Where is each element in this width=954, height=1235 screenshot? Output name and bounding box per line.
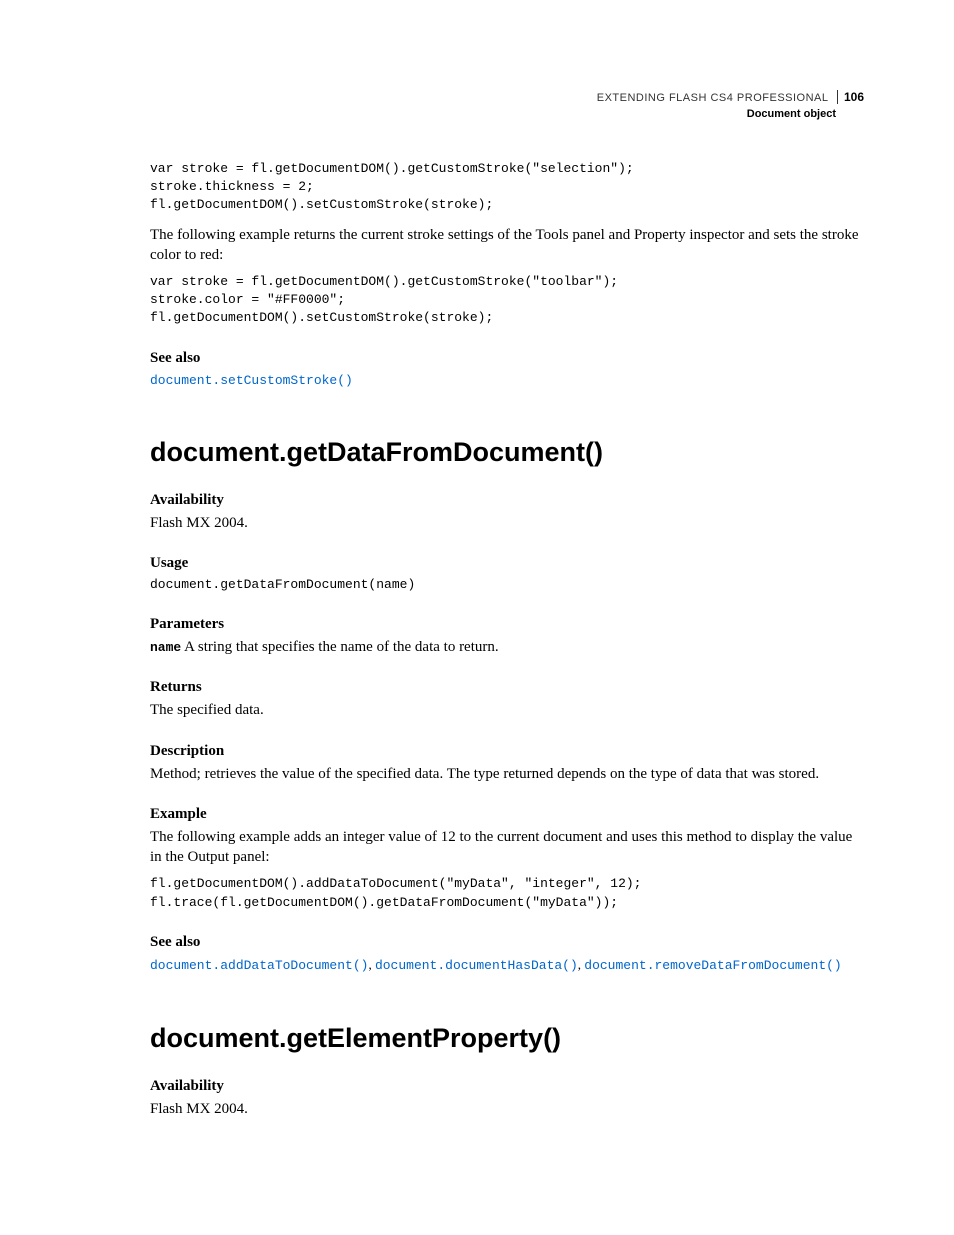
see-also-label-2: See also — [150, 934, 864, 951]
see-also-label: See also — [150, 350, 864, 367]
method-title-getdatafromdocument: document.getDataFromDocument() — [150, 437, 864, 468]
returns-text: The specified data. — [150, 700, 864, 720]
availability-text-2: Flash MX 2004. — [150, 1099, 864, 1119]
code-block-selection: var stroke = fl.getDocumentDOM().getCust… — [150, 160, 864, 215]
example-label: Example — [150, 806, 864, 823]
page-header: EXTENDING FLASH CS4 PROFESSIONAL 106 Doc… — [597, 88, 864, 120]
chapter-title: Document object — [597, 108, 864, 120]
param-name: name — [150, 640, 181, 655]
link-removedatafromdocument[interactable]: document.removeDataFromDocument() — [584, 958, 841, 973]
method-title-getelementproperty: document.getElementProperty() — [150, 1023, 864, 1054]
paragraph-toolbar-intro: The following example returns the curren… — [150, 225, 864, 266]
description-text: Method; retrieves the value of the speci… — [150, 764, 864, 784]
see-also-links-2: document.addDataToDocument(), document.d… — [150, 955, 864, 976]
link-documenthasdata[interactable]: document.documentHasData() — [375, 958, 578, 973]
header-top-line: EXTENDING FLASH CS4 PROFESSIONAL 106 — [597, 88, 864, 106]
description-label: Description — [150, 743, 864, 760]
code-block-toolbar: var stroke = fl.getDocumentDOM().getCust… — [150, 273, 864, 328]
parameter-row: name A string that specifies the name of… — [150, 637, 864, 657]
see-also-links: document.setCustomStroke() — [150, 371, 864, 389]
page-content: var stroke = fl.getDocumentDOM().getCust… — [150, 160, 864, 1119]
link-setcustomstroke[interactable]: document.setCustomStroke() — [150, 373, 353, 388]
returns-label: Returns — [150, 679, 864, 696]
book-title: EXTENDING FLASH CS4 PROFESSIONAL — [597, 92, 829, 104]
parameters-label: Parameters — [150, 616, 864, 633]
document-page: EXTENDING FLASH CS4 PROFESSIONAL 106 Doc… — [0, 0, 954, 1235]
usage-label: Usage — [150, 555, 864, 572]
example-text: The following example adds an integer va… — [150, 827, 864, 868]
link-adddatatodocument[interactable]: document.addDataToDocument() — [150, 958, 368, 973]
availability-text: Flash MX 2004. — [150, 513, 864, 533]
availability-label-2: Availability — [150, 1078, 864, 1095]
page-number: 106 — [837, 90, 864, 104]
param-desc: A string that specifies the name of the … — [181, 639, 498, 655]
example-code: fl.getDocumentDOM().addDataToDocument("m… — [150, 875, 864, 911]
availability-label: Availability — [150, 492, 864, 509]
usage-code: document.getDataFromDocument(name) — [150, 576, 864, 594]
